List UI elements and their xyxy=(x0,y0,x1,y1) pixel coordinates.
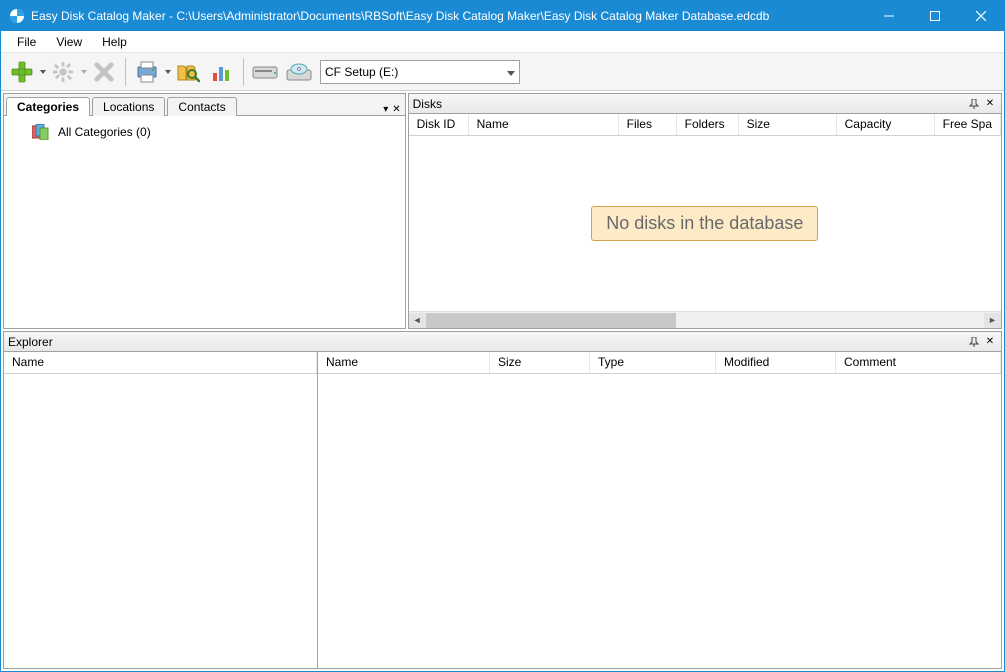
disks-column-headers: Disk ID Name Files Folders Size Capacity… xyxy=(409,114,1001,136)
explorer-list-area[interactable] xyxy=(318,374,1001,668)
search-button[interactable] xyxy=(171,56,205,88)
disks-panel-title: Disks xyxy=(413,97,965,111)
col-size[interactable]: Size xyxy=(490,352,590,373)
titlebar: Easy Disk Catalog Maker - C:\Users\Admin… xyxy=(1,1,1004,31)
disc-drive-button[interactable] xyxy=(282,56,316,88)
col-comment[interactable]: Comment xyxy=(836,352,1001,373)
col-modified[interactable]: Modified xyxy=(716,352,836,373)
col-name[interactable]: Name xyxy=(4,352,317,373)
tab-locations[interactable]: Locations xyxy=(92,97,165,116)
drive-button[interactable] xyxy=(248,56,282,88)
toolbar-separator xyxy=(125,58,126,86)
menu-help[interactable]: Help xyxy=(92,33,137,51)
delete-button[interactable] xyxy=(87,56,121,88)
explorer-tree-area[interactable] xyxy=(4,374,317,668)
tree-root-label: All Categories (0) xyxy=(58,125,151,139)
tab-categories[interactable]: Categories xyxy=(6,97,90,116)
menu-view[interactable]: View xyxy=(46,33,92,51)
panel-close-icon[interactable]: ✕ xyxy=(983,335,997,349)
explorer-list-pane: Name Size Type Modified Comment xyxy=(318,352,1001,668)
col-folders[interactable]: Folders xyxy=(677,114,739,135)
print-dropdown-icon[interactable] xyxy=(164,56,171,88)
col-name[interactable]: Name xyxy=(469,114,619,135)
drive-combo[interactable]: CF Setup (E:) xyxy=(320,60,520,84)
pin-icon[interactable] xyxy=(967,97,981,111)
disks-list-area: No disks in the database xyxy=(409,136,1001,311)
tab-close-icon[interactable] xyxy=(392,101,400,115)
col-size[interactable]: Size xyxy=(739,114,837,135)
minimize-button[interactable] xyxy=(866,1,912,31)
close-button[interactable] xyxy=(958,1,1004,31)
col-disk-id[interactable]: Disk ID xyxy=(409,114,469,135)
explorer-tree-pane: Name xyxy=(4,352,318,668)
tree-root-node[interactable]: All Categories (0) xyxy=(12,124,397,140)
menubar: File View Help xyxy=(1,31,1004,53)
tab-contacts[interactable]: Contacts xyxy=(167,97,236,116)
categories-panel: Categories Locations Contacts All Catego… xyxy=(3,93,406,329)
explorer-panel-title: Explorer xyxy=(8,335,965,349)
scroll-thumb[interactable] xyxy=(426,313,676,328)
panel-close-icon[interactable]: ✕ xyxy=(983,97,997,111)
chevron-down-icon xyxy=(507,65,515,79)
col-type[interactable]: Type xyxy=(590,352,716,373)
col-name[interactable]: Name xyxy=(318,352,490,373)
disks-horizontal-scrollbar[interactable]: ◄ ► xyxy=(409,311,1001,328)
chart-button[interactable] xyxy=(205,56,239,88)
empty-disks-message: No disks in the database xyxy=(591,206,818,241)
settings-button[interactable] xyxy=(46,56,80,88)
print-button[interactable] xyxy=(130,56,164,88)
col-free-space[interactable]: Free Spa xyxy=(935,114,1001,135)
explorer-panel: Explorer ✕ Name Name Size Type Modified … xyxy=(3,331,1002,669)
pin-icon[interactable] xyxy=(967,335,981,349)
scroll-track[interactable] xyxy=(426,313,984,328)
menu-file[interactable]: File xyxy=(7,33,46,51)
app-icon xyxy=(9,8,25,24)
window-title: Easy Disk Catalog Maker - C:\Users\Admin… xyxy=(31,9,866,23)
category-icon xyxy=(32,124,52,140)
disks-panel: Disks ✕ Disk ID Name Files Folders Size … xyxy=(408,93,1002,329)
settings-dropdown-icon[interactable] xyxy=(80,56,87,88)
col-files[interactable]: Files xyxy=(619,114,677,135)
add-dropdown-icon[interactable] xyxy=(39,56,46,88)
drive-combo-value: CF Setup (E:) xyxy=(325,65,398,79)
tab-row: Categories Locations Contacts xyxy=(4,94,405,116)
add-button[interactable] xyxy=(5,56,39,88)
scroll-right-icon[interactable]: ► xyxy=(984,313,1001,328)
col-capacity[interactable]: Capacity xyxy=(837,114,935,135)
maximize-button[interactable] xyxy=(912,1,958,31)
category-tree[interactable]: All Categories (0) xyxy=(4,116,405,328)
toolbar-separator xyxy=(243,58,244,86)
toolbar: CF Setup (E:) xyxy=(1,53,1004,91)
scroll-left-icon[interactable]: ◄ xyxy=(409,313,426,328)
tab-menu-dropdown-icon[interactable] xyxy=(383,101,388,115)
